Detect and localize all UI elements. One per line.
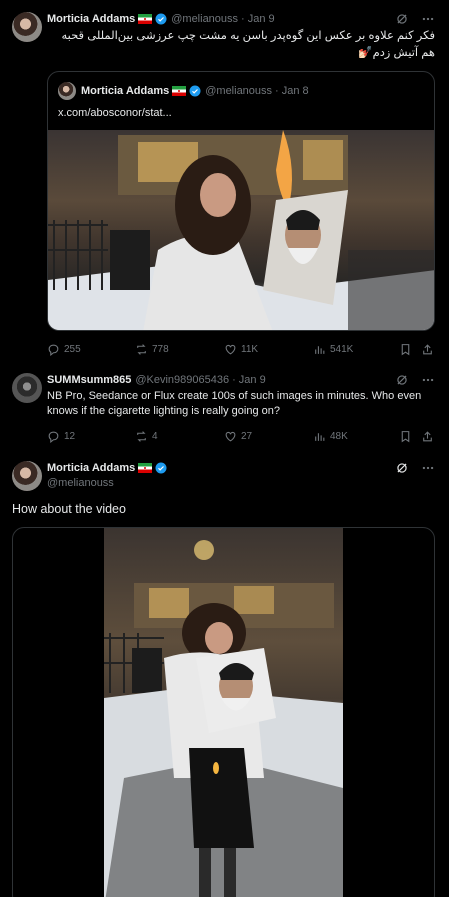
more-icon[interactable] bbox=[421, 461, 435, 475]
quoted-post[interactable]: Morticia Addams @melianouss · Jan 8 x.co… bbox=[47, 71, 435, 331]
views-count: 48K bbox=[330, 430, 348, 442]
video-frame[interactable] bbox=[104, 528, 343, 897]
author-handle[interactable]: @melianouss bbox=[47, 477, 114, 489]
avatar[interactable] bbox=[12, 12, 42, 42]
like-count: 27 bbox=[241, 430, 253, 442]
author-name[interactable]: SUMMsumm865 bbox=[47, 374, 131, 386]
separator-dot: · bbox=[241, 13, 245, 25]
separator-dot: · bbox=[275, 85, 279, 97]
post-actions: 12 4 27 48K bbox=[47, 429, 435, 443]
like-button[interactable]: 27 bbox=[224, 430, 252, 443]
iran-flag-icon bbox=[138, 463, 153, 473]
separator-dot: · bbox=[232, 374, 236, 386]
quoted-author-name: Morticia Addams bbox=[81, 85, 170, 97]
verified-icon bbox=[189, 85, 201, 97]
like-count: 11K bbox=[241, 343, 259, 355]
reply-count: 12 bbox=[64, 430, 76, 442]
like-button[interactable]: 11K bbox=[224, 343, 258, 356]
quoted-image[interactable] bbox=[48, 130, 434, 330]
views-button[interactable]: 48K bbox=[313, 430, 348, 443]
reply-icon bbox=[48, 344, 59, 356]
post-text: NB Pro, Seedance or Flux create 100s of … bbox=[47, 390, 422, 417]
reply-icon bbox=[48, 431, 59, 443]
repost-icon bbox=[137, 343, 146, 355]
repost-icon bbox=[137, 430, 146, 442]
avatar[interactable] bbox=[12, 461, 42, 491]
repost-count: 4 bbox=[152, 430, 158, 442]
iran-flag-icon bbox=[138, 14, 153, 24]
author-name[interactable]: Morticia Addams bbox=[47, 462, 135, 474]
post-date[interactable]: Jan 9 bbox=[239, 374, 266, 386]
post-3[interactable]: Morticia Addams @melianouss How about th… bbox=[0, 455, 449, 897]
grok-icon[interactable] bbox=[395, 461, 409, 475]
author-name[interactable]: Morticia Addams bbox=[47, 13, 135, 25]
share-icon bbox=[423, 430, 432, 441]
quoted-post-date: Jan 8 bbox=[281, 85, 309, 97]
more-icon[interactable] bbox=[421, 12, 435, 26]
photo-scene bbox=[48, 130, 434, 330]
post-text: How about the video bbox=[12, 502, 126, 516]
bookmark-button[interactable] bbox=[399, 430, 412, 443]
share-button[interactable] bbox=[421, 343, 434, 356]
views-count: 541K bbox=[330, 343, 354, 355]
grok-icon[interactable] bbox=[395, 373, 409, 387]
quoted-link[interactable]: x.com/abosconor/stat... bbox=[58, 107, 172, 119]
bookmark-icon bbox=[401, 430, 410, 442]
verified-icon bbox=[155, 462, 167, 474]
avatar[interactable] bbox=[12, 373, 42, 403]
repost-count: 778 bbox=[152, 343, 169, 355]
share-icon bbox=[423, 343, 432, 354]
video-player[interactable] bbox=[12, 527, 435, 897]
repost-button[interactable]: 778 bbox=[135, 343, 169, 356]
more-icon[interactable] bbox=[421, 373, 435, 387]
post-1[interactable]: Morticia Addams @melianouss · Jan 9 فکر … bbox=[0, 0, 449, 365]
post-text: فکر کنم علاوه بر عکس این گوه‌پدر باسن یه… bbox=[61, 30, 435, 59]
quoted-author-handle: @melianouss bbox=[205, 85, 273, 97]
author-handle[interactable]: @Kevin989065436 bbox=[135, 374, 229, 386]
reply-button[interactable]: 12 bbox=[47, 430, 75, 443]
repost-button[interactable]: 4 bbox=[135, 430, 158, 443]
reply-button[interactable]: 255 bbox=[47, 343, 81, 356]
views-icon bbox=[315, 432, 325, 441]
quoted-avatar bbox=[58, 82, 76, 100]
post-date[interactable]: Jan 9 bbox=[248, 13, 275, 25]
bookmark-button[interactable] bbox=[399, 343, 412, 356]
author-handle[interactable]: @melianouss bbox=[171, 13, 238, 25]
bookmark-icon bbox=[401, 343, 410, 355]
heart-icon bbox=[225, 431, 236, 441]
views-icon bbox=[315, 345, 325, 354]
reply-count: 255 bbox=[64, 343, 81, 355]
post-actions: 255 778 11K 541K bbox=[47, 342, 435, 356]
heart-icon bbox=[225, 344, 236, 354]
iran-flag-icon bbox=[172, 86, 187, 96]
verified-icon bbox=[155, 13, 167, 25]
share-button[interactable] bbox=[421, 430, 434, 443]
grok-icon[interactable] bbox=[395, 12, 409, 26]
post-2[interactable]: SUMMsumm865 @Kevin989065436 · Jan 9 NB P… bbox=[0, 365, 449, 455]
video-scene bbox=[104, 540, 343, 897]
views-button[interactable]: 541K bbox=[313, 343, 353, 356]
